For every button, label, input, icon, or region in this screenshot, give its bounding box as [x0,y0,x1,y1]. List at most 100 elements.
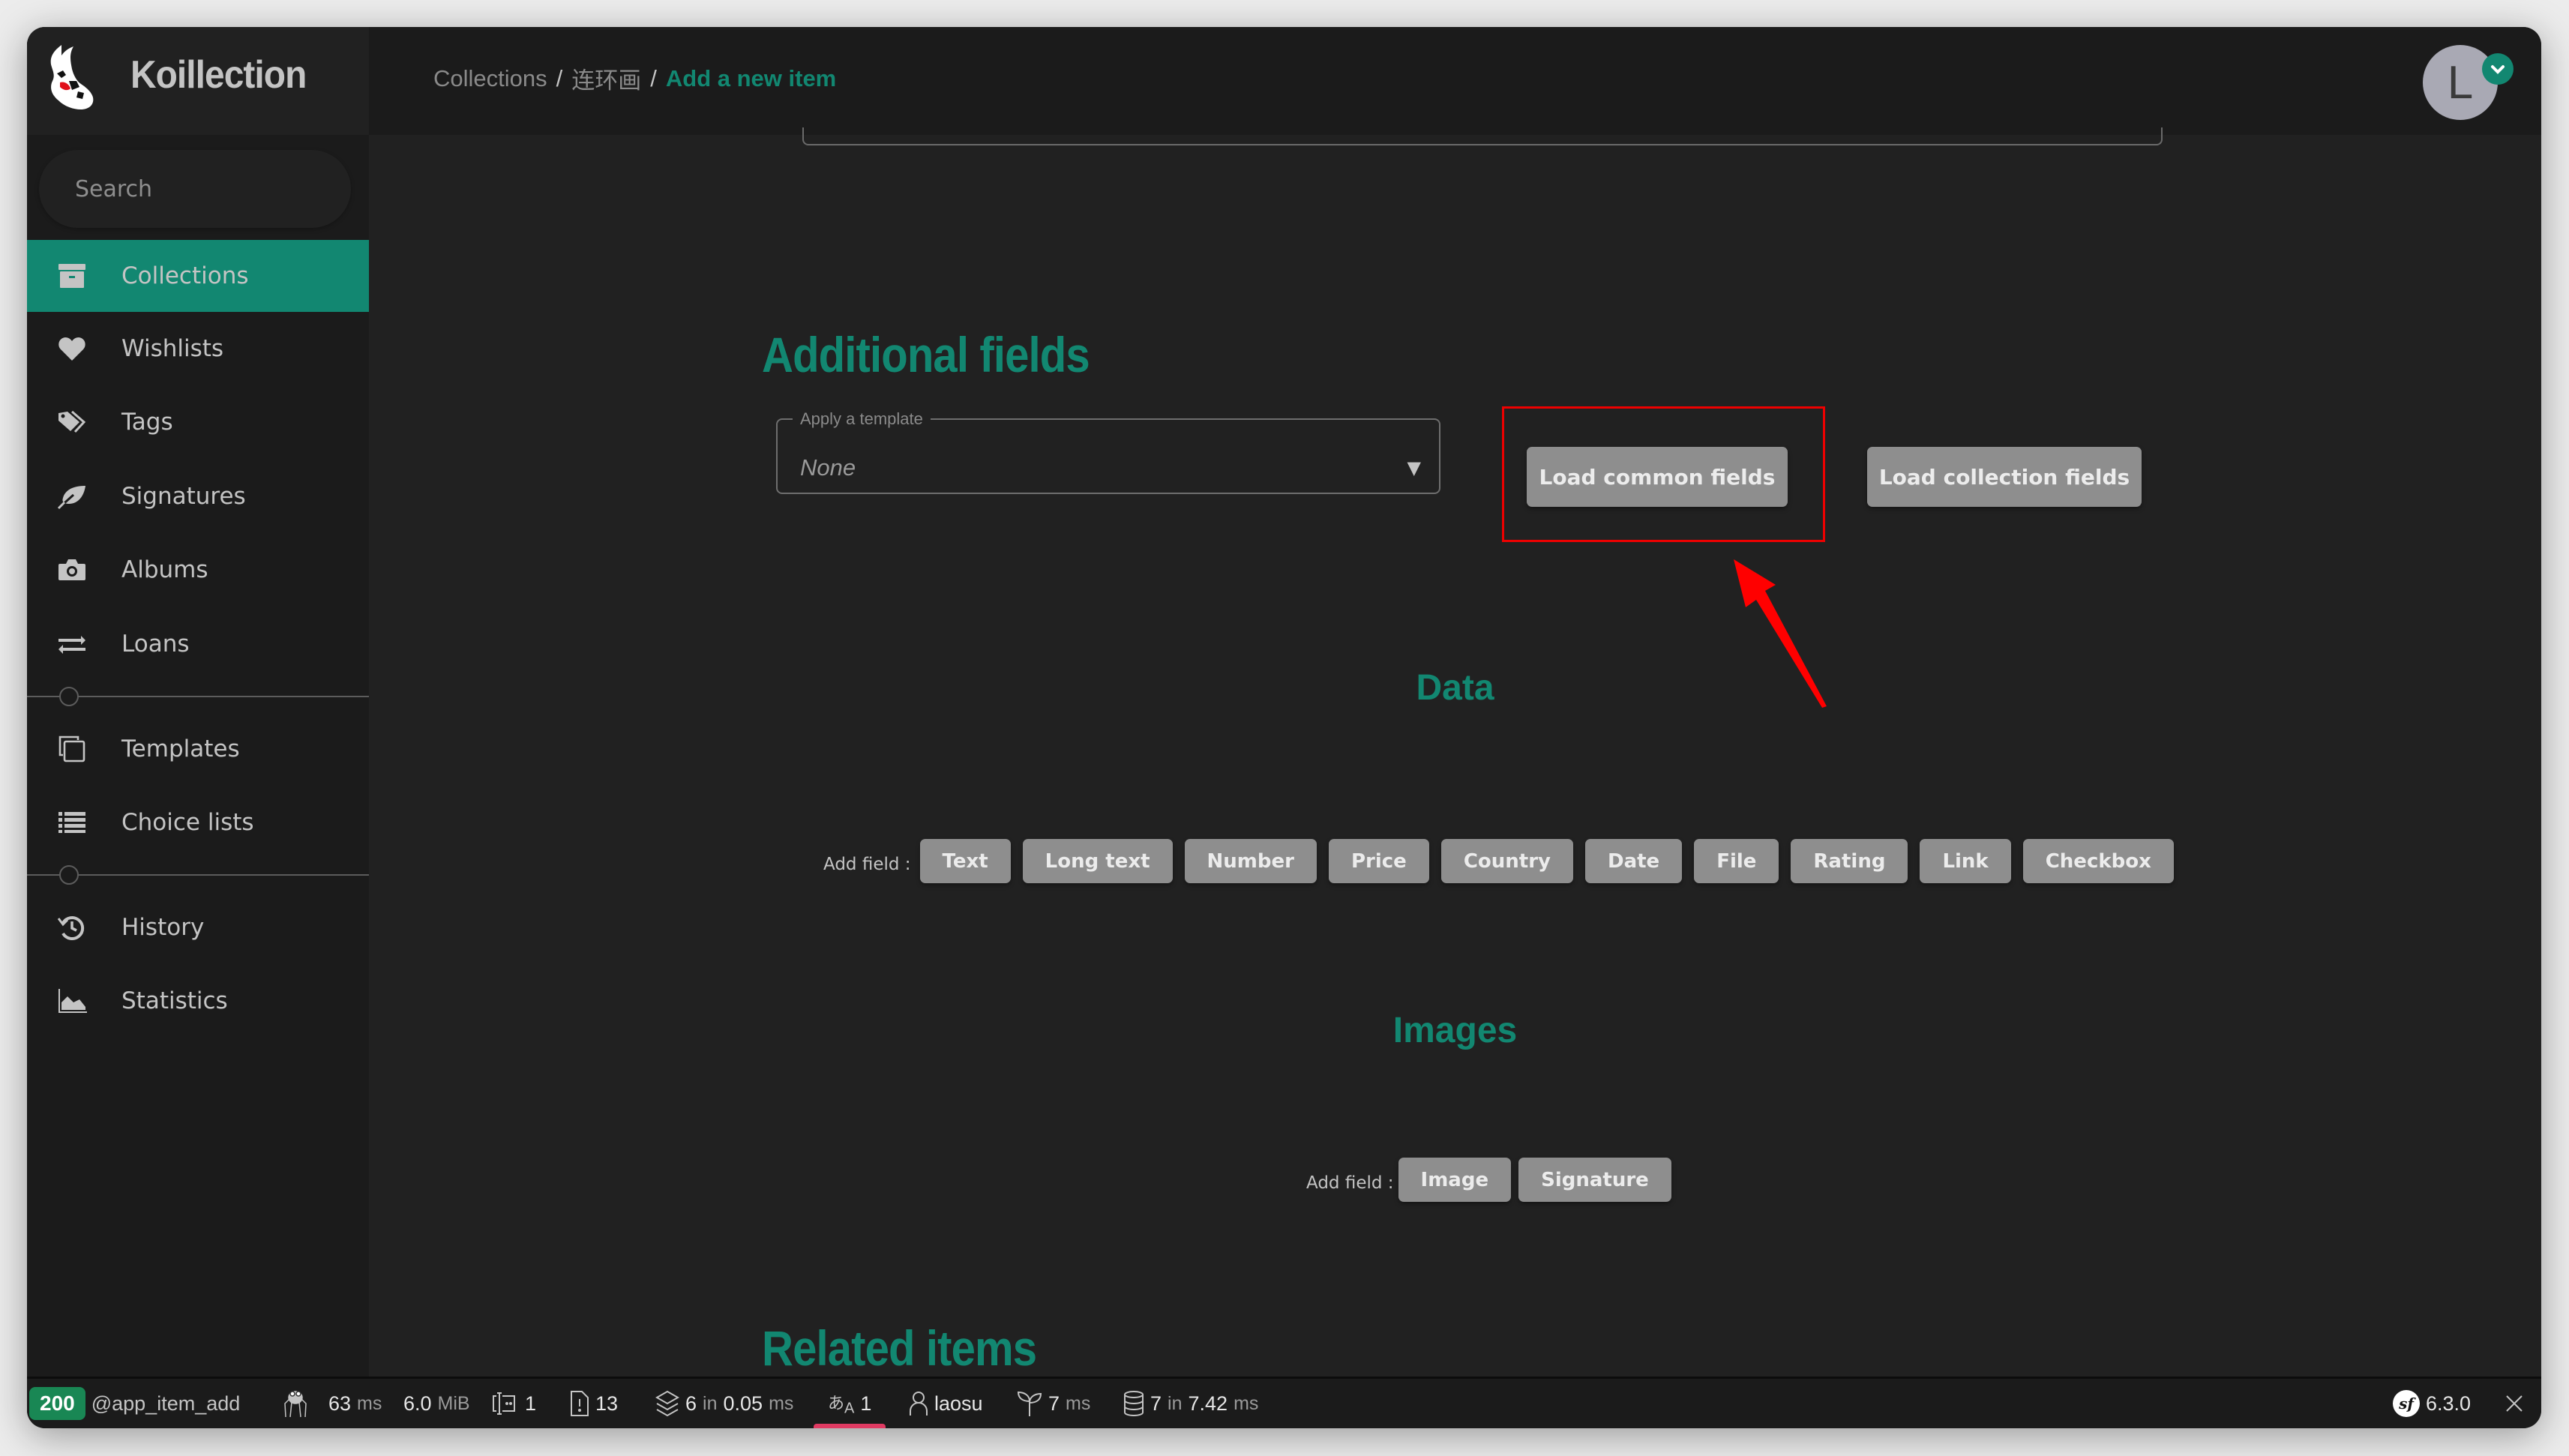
translation-icon: あA [828,1393,855,1417]
log-file-icon [571,1391,589,1416]
sidebar-item-label: Albums [121,556,208,583]
user-avatar[interactable]: L [2423,45,2498,120]
additional-fields-heading: Additional fields [762,327,1090,382]
breadcrumb-collections-link[interactable]: Collections [433,65,547,92]
add-field-label: Add field : [1306,1173,1394,1193]
ghost-spider-icon[interactable] [282,1379,309,1428]
sidebar-item-statistics[interactable]: Statistics [27,965,369,1037]
template-select-legend: Apply a template [800,409,923,428]
logs-count: 13 [595,1392,619,1415]
route-name: @app_item_add [91,1392,241,1415]
top-header: Collections / 连环画 / Add a new item L [369,27,2541,135]
symfony-version-item[interactable]: sf 6.3.0 [2393,1379,2471,1428]
exchange-arrows-icon [55,629,88,659]
request-time-value: 63 [328,1392,352,1415]
breadcrumb-separator: / [650,64,657,91]
add-country-field-button[interactable]: Country [1440,839,1573,883]
breadcrumb: Collections / 连环画 / Add a new item [433,61,836,95]
cache-count: 6 [685,1392,697,1415]
db-unit: ms [1234,1392,1259,1414]
user-icon [910,1392,928,1416]
logs-item[interactable]: 13 [568,1379,618,1428]
add-signature-field-button[interactable]: Signature [1518,1158,1671,1202]
sidebar-item-label: Choice lists [121,809,254,836]
sidebar-item-tags[interactable]: Tags [27,386,369,458]
previous-field-bottom-border [802,127,2163,145]
sidebar-item-label: Tags [121,409,173,436]
breadcrumb-collection-link[interactable]: 连环画 [571,61,641,95]
breadcrumb-current: Add a new item [665,64,837,91]
debug-toolbar: 200 @app_item_add 63 ms 6.0 MiB 1 13 6 in 0.… [27,1377,2541,1428]
history-icon [55,912,88,942]
app-window: Koillection Collections Wishlists Tags [27,27,2541,1428]
sidebar-divider [27,865,369,885]
sidebar-item-templates[interactable]: Templates [27,713,369,785]
app-title: Koillection [130,53,307,97]
cache-in-label: in [703,1392,718,1414]
db-time: 7.42 [1188,1392,1228,1415]
add-number-field-button[interactable]: Number [1184,839,1317,883]
divider-knob [59,865,79,885]
add-file-field-button[interactable]: File [1694,839,1779,883]
add-text-field-button[interactable]: Text [919,839,1011,883]
add-long-text-field-button[interactable]: Long text [1022,839,1173,883]
add-image-field-button[interactable]: Image [1398,1158,1512,1202]
images-add-field-row: Add field : Image Signature [1306,1158,1671,1202]
sidebar-item-label: Wishlists [121,335,224,362]
twig-time: 7 [1048,1392,1060,1415]
template-select[interactable]: Apply a template None ▼ [776,409,1440,494]
request-time-item[interactable]: 63 ms [328,1379,382,1428]
sidebar-item-signatures[interactable]: Signatures [27,460,369,532]
forms-item[interactable]: 1 [492,1379,536,1428]
sidebar-item-label: Collections [121,262,249,289]
memory-value: 6.0 [403,1392,432,1415]
sidebar-item-choice-lists[interactable]: Choice lists [27,786,369,858]
list-icon [55,807,88,837]
translation-warning-indicator [814,1424,886,1428]
sidebar-item-label: Loans [121,631,190,658]
translation-item[interactable]: あA 1 [828,1379,871,1428]
database-icon [1124,1391,1144,1416]
sidebar: Koillection Collections Wishlists Tags [27,27,369,1377]
twig-item[interactable]: 7 ms [1017,1379,1090,1428]
archive-box-icon [55,261,88,291]
close-toolbar-button[interactable] [2505,1379,2523,1428]
translation-count: 1 [860,1392,872,1415]
add-field-label: Add field : [823,854,911,874]
request-time-unit: ms [357,1392,382,1414]
sidebar-item-wishlists[interactable]: Wishlists [27,313,369,385]
breadcrumb-separator: / [556,64,563,91]
security-item[interactable]: laosu [909,1379,983,1428]
koi-fish-logo-icon [50,45,94,109]
brand[interactable]: Koillection [27,27,369,135]
cache-time: 0.05 [723,1392,763,1415]
symfony-version: 6.3.0 [2426,1392,2472,1415]
memory-item[interactable]: 6.0 MiB [403,1379,470,1428]
add-price-field-button[interactable]: Price [1328,839,1429,883]
cache-item[interactable]: 6 in 0.05 ms [655,1379,793,1428]
heart-icon [55,334,88,364]
sidebar-item-loans[interactable]: Loans [27,608,369,680]
database-item[interactable]: 7 in 7.42 ms [1123,1379,1258,1428]
status-code-item[interactable]: 200 @app_item_add [29,1379,240,1428]
user-menu-chevron-icon[interactable] [2482,53,2514,85]
sprout-icon [1017,1391,1042,1416]
search-input[interactable] [39,150,351,228]
sidebar-item-history[interactable]: History [27,891,369,963]
forms-count: 1 [525,1392,537,1415]
add-rating-field-button[interactable]: Rating [1791,839,1908,883]
template-select-value: None [800,454,856,481]
db-query-count: 7 [1150,1392,1162,1415]
sidebar-item-albums[interactable]: Albums [27,534,369,606]
load-collection-fields-button[interactable]: Load collection fields [1867,447,2142,507]
copy-icon [55,734,88,764]
add-link-field-button[interactable]: Link [1920,839,2011,883]
caret-down-icon: ▼ [1407,457,1421,478]
sidebar-item-label: Templates [121,735,240,762]
images-section-heading: Images [1392,1011,1518,1050]
sidebar-item-label: History [121,914,205,941]
sidebar-item-collections[interactable]: Collections [27,240,369,312]
add-date-field-button[interactable]: Date [1584,839,1683,883]
current-user: laosu [934,1392,983,1415]
add-checkbox-field-button[interactable]: Checkbox [2022,839,2174,883]
